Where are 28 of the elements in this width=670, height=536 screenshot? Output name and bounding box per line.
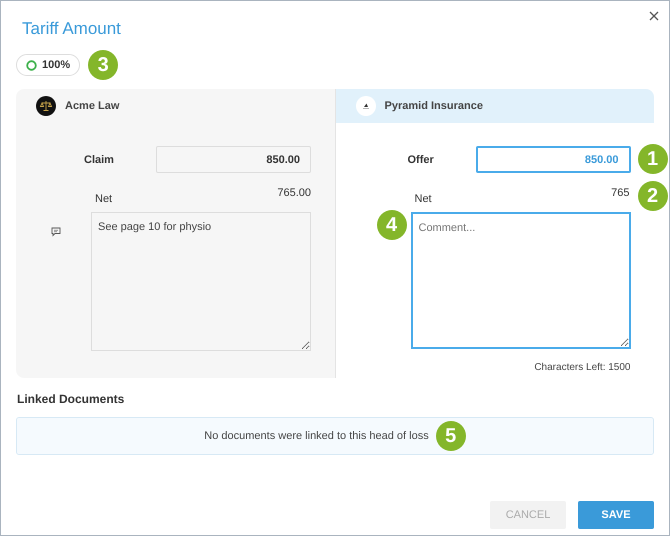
characters-left: Characters Left: 1500 bbox=[533, 362, 630, 373]
net-value: 765.00 bbox=[277, 187, 311, 199]
amount-label: Offer bbox=[408, 154, 435, 166]
amount-field[interactable]: 850.00 bbox=[156, 146, 311, 173]
amount-field[interactable]: 850.00 bbox=[476, 146, 630, 173]
amount-label: Claim bbox=[84, 154, 115, 166]
ring-icon bbox=[26, 60, 37, 70]
callout-badge: 4 bbox=[376, 210, 406, 240]
net-label: Net bbox=[414, 193, 432, 205]
party-name: Pyramid Insurance bbox=[384, 100, 483, 112]
net-label: Net bbox=[95, 193, 112, 205]
save-button[interactable]: SAVE bbox=[578, 501, 654, 529]
progress-label: 100% bbox=[42, 59, 70, 71]
comment-icon bbox=[51, 227, 61, 237]
scales-logo-icon bbox=[36, 96, 56, 116]
close-icon[interactable] bbox=[649, 11, 659, 21]
empty-message: No documents were linked to this head of loss bbox=[204, 430, 429, 442]
dialog-title: Tariff Amount bbox=[22, 19, 122, 40]
callout-badge: 2 bbox=[638, 181, 668, 211]
comment-field[interactable]: See page 10 for physio bbox=[91, 212, 311, 351]
pyramid-logo-icon bbox=[356, 96, 376, 116]
net-value: 765 bbox=[611, 187, 630, 199]
comment-field[interactable]: Comment... bbox=[410, 212, 630, 349]
callout-badge: 3 bbox=[88, 50, 118, 80]
party-name: Acme Law bbox=[65, 100, 120, 112]
callout-badge: 5 bbox=[436, 421, 466, 451]
section-title: Linked Documents bbox=[16, 392, 126, 406]
callout-badge: 1 bbox=[638, 144, 668, 174]
